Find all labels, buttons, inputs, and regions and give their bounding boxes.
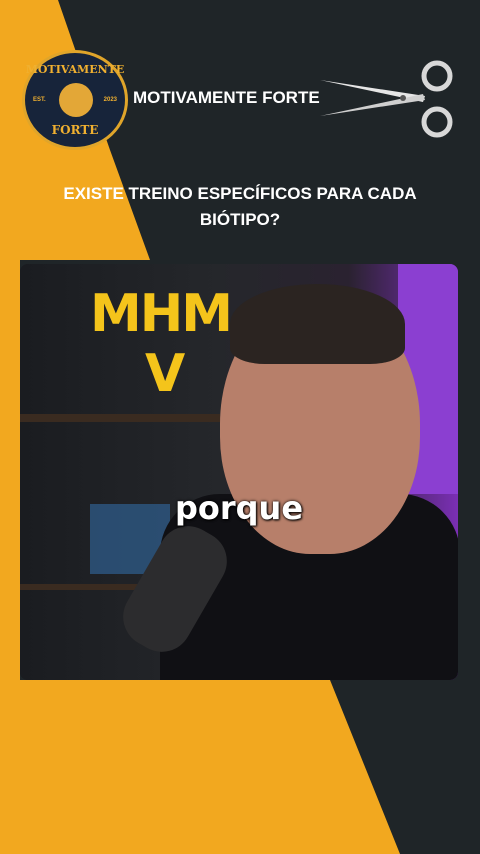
studio-shelf — [20, 414, 220, 422]
question-text: EXISTE TREINO ESPECÍFICOS PARA CADA BIÓT… — [30, 181, 450, 233]
logo-est-label: EST. — [33, 97, 46, 103]
question-line-1: EXISTE TREINO ESPECÍFICOS PARA CADA — [63, 184, 417, 203]
video-frame[interactable]: MHM V porque — [20, 264, 458, 680]
studio-logo-v: V — [145, 344, 186, 404]
logo-top-text: MOTIVAMENTE — [25, 63, 125, 76]
brand-title: MOTIVAMENTE FORTE — [133, 88, 320, 107]
eagle-icon — [59, 83, 93, 117]
question-line-2: BIÓTIPO? — [199, 210, 281, 229]
video-caption: porque — [174, 489, 304, 527]
studio-logo: MHM — [90, 284, 233, 344]
scissors-icon — [320, 60, 453, 138]
logo-year-label: 2023 — [103, 97, 117, 103]
logo-bottom-text: FORTE — [51, 123, 99, 137]
speaker-hair — [230, 284, 405, 364]
channel-logo: MOTIVAMENTE EST. 2023 FORTE — [22, 50, 128, 150]
